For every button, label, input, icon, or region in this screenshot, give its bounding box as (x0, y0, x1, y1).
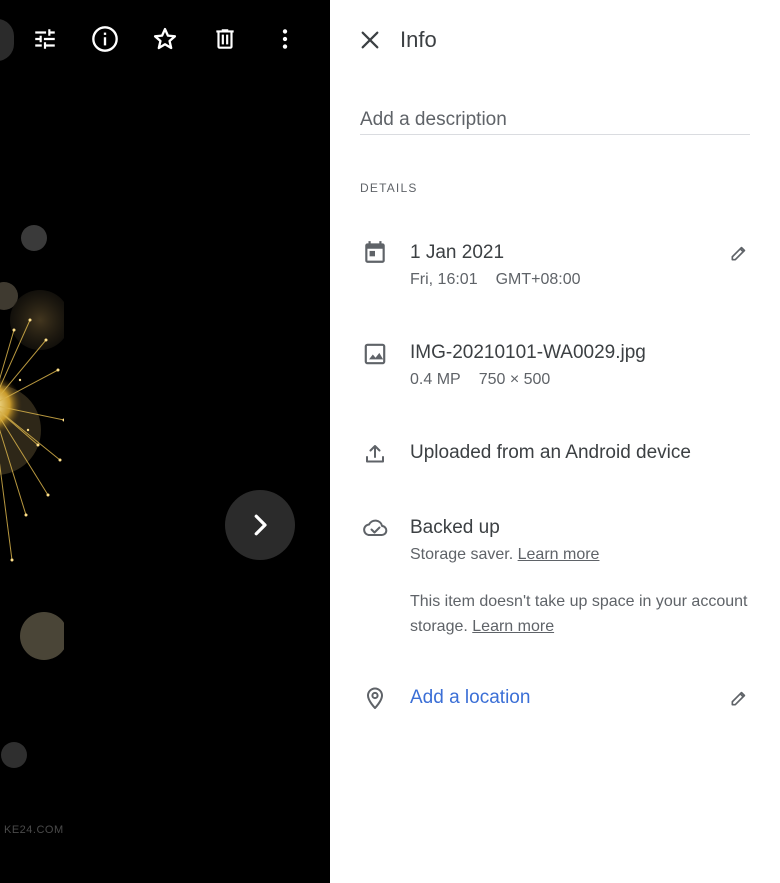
delete-icon (216, 29, 234, 49)
chevron-right-icon (254, 514, 267, 536)
edit-button[interactable] (25, 19, 65, 59)
delete-button[interactable] (205, 19, 245, 59)
favorite-button[interactable] (145, 19, 185, 59)
close-button[interactable] (356, 26, 384, 54)
backup-status: Backed up (410, 517, 500, 538)
upload-source-text: Uploaded from an Android device (410, 442, 691, 463)
next-photo-button[interactable] (225, 490, 295, 560)
more-options-button[interactable] (265, 19, 305, 59)
panel-title: Info (400, 27, 437, 52)
day-time-text: Fri, 16:01 (410, 271, 478, 288)
upload-icon (360, 439, 390, 469)
file-details: 0.4 MP 750 × 500 (410, 371, 550, 389)
photo (0, 0, 64, 883)
fireworks-image (0, 225, 64, 768)
photo-viewer: KE24.COM (0, 0, 330, 883)
edit-sliders-icon (35, 29, 55, 49)
info-button[interactable] (85, 19, 125, 59)
backup-quality: Storage saver. Learn more (410, 546, 599, 564)
description-input[interactable] (360, 106, 750, 135)
dimensions-text: 750 × 500 (478, 371, 551, 388)
timezone-text: GMT+08:00 (495, 271, 581, 288)
add-location-link[interactable]: Add a location (410, 687, 530, 709)
date-text: 1 Jan 2021 (410, 242, 505, 263)
learn-more-link-storage[interactable]: Learn more (472, 618, 554, 635)
date-time-details: Fri, 16:01 GMT+08:00 (410, 271, 581, 289)
location-pin-icon (360, 683, 390, 713)
pencil-icon (731, 691, 746, 706)
image-icon (360, 339, 390, 369)
storage-note: This item doesn't take up space in your … (410, 589, 750, 639)
cloud-done-icon (360, 513, 390, 543)
edit-date-button[interactable] (726, 240, 752, 266)
watermark-text: KE24.COM (4, 824, 64, 836)
more-vert-icon (282, 29, 288, 49)
megapixels-text: 0.4 MP (410, 371, 461, 388)
star-icon (153, 27, 177, 50)
file-name: IMG-20210101-WA0029.jpg (410, 342, 646, 363)
info-icon (92, 26, 118, 52)
details-section-label: DETAILS (360, 181, 418, 195)
info-panel: Info DETAILS 1 Jan 2021 Fri, 16:01 GMT+08… (330, 0, 780, 883)
pencil-icon (731, 246, 746, 261)
edit-location-button[interactable] (726, 685, 752, 711)
learn-more-link-quality[interactable]: Learn more (518, 546, 600, 563)
close-icon (361, 31, 379, 49)
calendar-icon (360, 237, 390, 267)
storage-note-text: This item doesn't take up space in your … (410, 593, 748, 635)
storage-saver-text: Storage saver. (410, 546, 514, 563)
